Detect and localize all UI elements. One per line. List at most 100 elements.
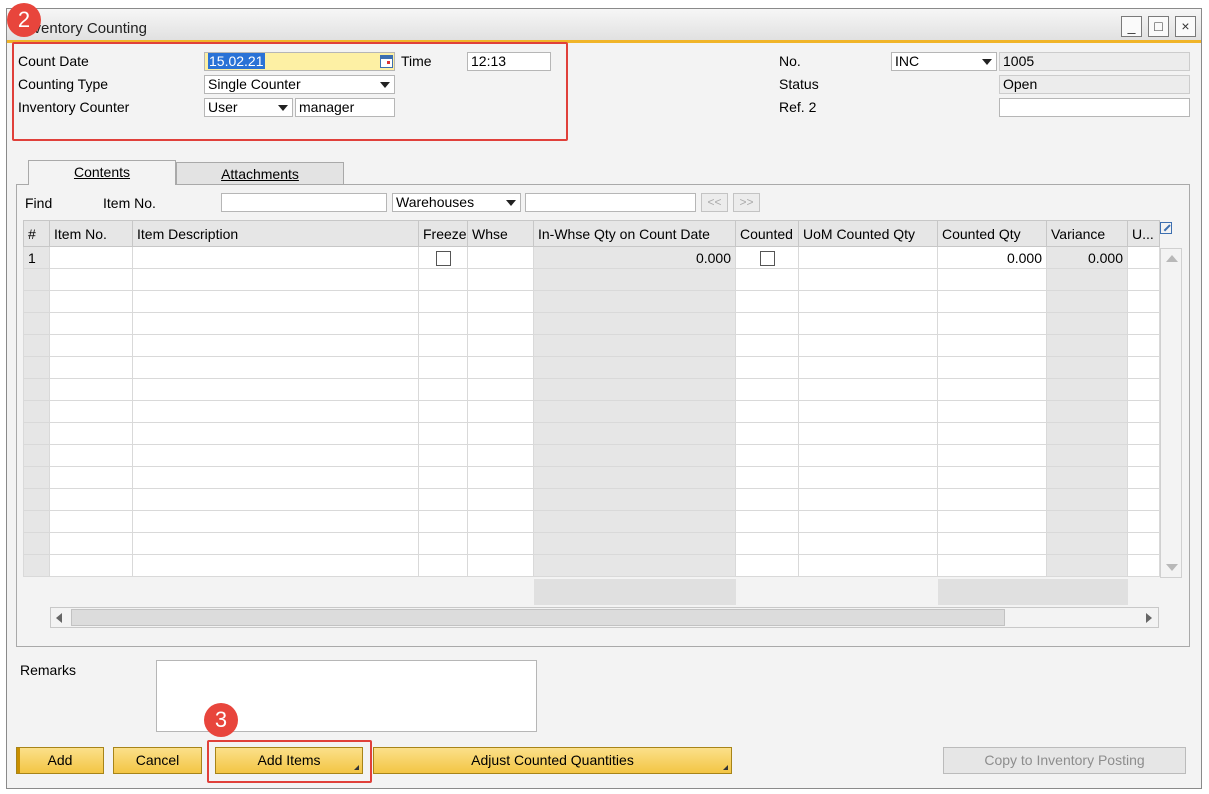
- empty-cell[interactable]: [418, 378, 468, 401]
- empty-cell[interactable]: [467, 400, 534, 423]
- empty-cell[interactable]: [132, 312, 419, 335]
- empty-cell[interactable]: [418, 554, 468, 577]
- item-no-cell[interactable]: [49, 246, 133, 269]
- counted-cell[interactable]: [735, 246, 799, 269]
- freeze-checkbox[interactable]: [435, 250, 451, 266]
- empty-cell[interactable]: [735, 444, 799, 467]
- column-header-variance[interactable]: Variance: [1046, 220, 1128, 247]
- table-row-empty[interactable]: [23, 334, 1160, 357]
- empty-cell[interactable]: [1127, 312, 1160, 335]
- empty-cell[interactable]: [418, 422, 468, 445]
- empty-cell[interactable]: [49, 312, 133, 335]
- column-header-uom-counted-qty[interactable]: UoM Counted Qty: [798, 220, 938, 247]
- table-row-empty[interactable]: [23, 268, 1160, 291]
- column-header-in-whse-qty[interactable]: In-Whse Qty on Count Date: [533, 220, 736, 247]
- table-row-empty[interactable]: [23, 444, 1160, 467]
- empty-cell[interactable]: [467, 488, 534, 511]
- empty-cell[interactable]: [49, 554, 133, 577]
- empty-cell[interactable]: [467, 554, 534, 577]
- empty-cell[interactable]: [1127, 532, 1160, 555]
- empty-cell[interactable]: [937, 554, 1047, 577]
- table-row-empty[interactable]: [23, 488, 1160, 511]
- empty-cell[interactable]: [467, 378, 534, 401]
- empty-cell[interactable]: [467, 422, 534, 445]
- empty-cell[interactable]: [132, 422, 419, 445]
- expand-icon[interactable]: [1160, 222, 1172, 234]
- empty-cell[interactable]: [467, 290, 534, 313]
- scroll-up-icon[interactable]: [1166, 255, 1178, 262]
- empty-cell[interactable]: [418, 488, 468, 511]
- empty-cell[interactable]: [937, 312, 1047, 335]
- warehouses-input[interactable]: [525, 193, 696, 212]
- empty-cell[interactable]: [798, 268, 938, 291]
- empty-cell[interactable]: [798, 356, 938, 379]
- empty-cell[interactable]: [937, 488, 1047, 511]
- ref2-field[interactable]: [999, 98, 1190, 117]
- empty-cell[interactable]: [49, 422, 133, 445]
- next-button[interactable]: >>: [733, 193, 760, 212]
- adjust-counted-quantities-button[interactable]: Adjust Counted Quantities: [373, 747, 732, 774]
- tab-contents[interactable]: Contents: [28, 160, 176, 185]
- item-description-cell[interactable]: [132, 246, 419, 269]
- empty-cell[interactable]: [798, 334, 938, 357]
- empty-cell[interactable]: [735, 532, 799, 555]
- table-row-empty[interactable]: [23, 356, 1160, 379]
- empty-cell[interactable]: [1127, 488, 1160, 511]
- empty-cell[interactable]: [1127, 268, 1160, 291]
- counted-checkbox[interactable]: [759, 250, 775, 266]
- column-header-uom[interactable]: U...: [1127, 220, 1160, 247]
- empty-cell[interactable]: [1127, 444, 1160, 467]
- table-row-empty[interactable]: [23, 422, 1160, 445]
- empty-cell[interactable]: [132, 268, 419, 291]
- table-row-empty[interactable]: [23, 510, 1160, 533]
- empty-cell[interactable]: [132, 488, 419, 511]
- empty-cell[interactable]: [49, 466, 133, 489]
- empty-cell[interactable]: [735, 488, 799, 511]
- empty-cell[interactable]: [1127, 510, 1160, 533]
- empty-cell[interactable]: [49, 268, 133, 291]
- empty-cell[interactable]: [937, 466, 1047, 489]
- close-button[interactable]: ×: [1175, 16, 1196, 37]
- maximize-button[interactable]: □: [1148, 16, 1169, 37]
- empty-cell[interactable]: [418, 510, 468, 533]
- empty-cell[interactable]: [735, 466, 799, 489]
- empty-cell[interactable]: [418, 356, 468, 379]
- table-row-empty[interactable]: [23, 532, 1160, 555]
- empty-cell[interactable]: [735, 290, 799, 313]
- empty-cell[interactable]: [735, 422, 799, 445]
- empty-cell[interactable]: [735, 312, 799, 335]
- empty-cell[interactable]: [49, 400, 133, 423]
- title-bar[interactable]: Inventory Counting _ □ ×: [7, 9, 1201, 43]
- empty-cell[interactable]: [132, 378, 419, 401]
- empty-cell[interactable]: [1127, 378, 1160, 401]
- empty-cell[interactable]: [467, 268, 534, 291]
- empty-cell[interactable]: [49, 510, 133, 533]
- empty-cell[interactable]: [735, 356, 799, 379]
- previous-button[interactable]: <<: [701, 193, 728, 212]
- empty-cell[interactable]: [1127, 290, 1160, 313]
- empty-cell[interactable]: [418, 334, 468, 357]
- column-header-counted-qty[interactable]: Counted Qty: [937, 220, 1047, 247]
- empty-cell[interactable]: [798, 488, 938, 511]
- empty-cell[interactable]: [132, 400, 419, 423]
- empty-cell[interactable]: [132, 444, 419, 467]
- series-select[interactable]: INC: [891, 52, 997, 71]
- counted-qty-cell[interactable]: 0.000: [937, 246, 1047, 269]
- empty-cell[interactable]: [798, 378, 938, 401]
- empty-cell[interactable]: [49, 290, 133, 313]
- empty-cell[interactable]: [937, 378, 1047, 401]
- empty-cell[interactable]: [1127, 466, 1160, 489]
- empty-cell[interactable]: [418, 312, 468, 335]
- table-row-empty[interactable]: [23, 378, 1160, 401]
- empty-cell[interactable]: [132, 290, 419, 313]
- empty-cell[interactable]: [467, 334, 534, 357]
- empty-cell[interactable]: [132, 356, 419, 379]
- scroll-thumb[interactable]: [71, 609, 1005, 626]
- empty-cell[interactable]: [49, 444, 133, 467]
- empty-cell[interactable]: [49, 378, 133, 401]
- empty-cell[interactable]: [418, 400, 468, 423]
- empty-cell[interactable]: [1127, 356, 1160, 379]
- empty-cell[interactable]: [937, 422, 1047, 445]
- empty-cell[interactable]: [1127, 554, 1160, 577]
- empty-cell[interactable]: [132, 510, 419, 533]
